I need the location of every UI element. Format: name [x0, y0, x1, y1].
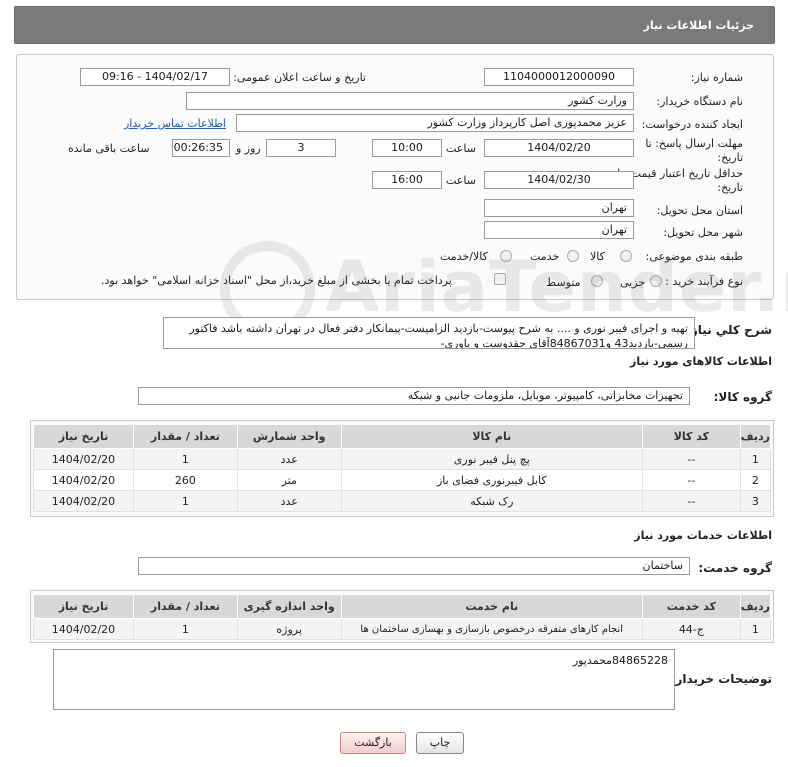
process-option-medium: متوسط [546, 276, 581, 289]
price-time-field[interactable]: 16:00 [372, 171, 442, 189]
goods-cell: پچ پنل فیبر نوری [340, 448, 643, 470]
category-option-goods-service: کالا/خدمت [440, 250, 488, 263]
services-group-field[interactable]: ساختمان [138, 557, 690, 575]
table-row[interactable]: 2 -- کابل فیبرنوری فضای باز متر 260 1404… [33, 469, 772, 491]
goods-cell: 1 [739, 448, 772, 470]
reply-time-field[interactable]: 10:00 [372, 139, 442, 157]
reply-deadline-label: مهلت ارسال پاسخ: تا تاریخ: [645, 137, 743, 164]
process-radio-medium[interactable] [591, 275, 603, 287]
category-option-goods: کالا [590, 250, 605, 263]
price-time-label: ساعت [446, 174, 476, 187]
province-label: استان محل تحویل: [656, 204, 743, 217]
description-label: شرح کلي نياز: [686, 323, 772, 337]
goods-cell: -- [641, 448, 741, 470]
description-textarea[interactable]: تهیه و اجرای فیبر نوری و .... به شرح پیو… [163, 317, 695, 349]
remaining-time-label: ساعت باقی مانده [68, 142, 150, 155]
goods-cell: -- [641, 469, 741, 491]
announce-field[interactable]: 1404/02/17 - 09:16 [80, 68, 230, 86]
process-label: نوع فرآیند خرید : [665, 275, 743, 288]
goods-col-unit: واحد شمارش [236, 424, 342, 449]
page-header: جزئیات اطلاعات نیاز [14, 6, 775, 44]
goods-col-row: ردیف [739, 424, 772, 449]
print-button[interactable]: چاپ [416, 732, 464, 754]
table-row[interactable]: 3 -- رک شبکه عدد 1 1404/02/20 [33, 490, 772, 512]
process-option-minor: جزیی [620, 276, 646, 289]
goods-cell: 3 [739, 490, 772, 512]
category-radio-service[interactable] [567, 250, 579, 262]
services-cell: ج-44 [641, 618, 741, 640]
goods-cell: رک شبکه [340, 490, 643, 512]
goods-cell: 1404/02/20 [33, 469, 134, 491]
days-field[interactable]: 3 [266, 139, 336, 157]
buyer-notes-label: توضیحات خریدار: [670, 672, 772, 686]
category-radio-goods[interactable] [620, 250, 632, 262]
services-col-unit: واحد اندازه گیری [236, 594, 342, 619]
goods-cell: -- [641, 490, 741, 512]
services-cell: 1 [739, 618, 772, 640]
goods-cell: عدد [236, 490, 342, 512]
city-field[interactable]: تهران [484, 221, 634, 239]
services-cell: انجام کارهای متفرقه درخصوص بازسازی و بهس… [340, 618, 643, 640]
goods-cell: عدد [236, 448, 342, 470]
goods-col-code: کد کالا [641, 424, 741, 449]
remaining-time-field[interactable]: 00:26:35 [172, 139, 230, 157]
days-label: روز و [236, 142, 261, 155]
goods-col-qty: تعداد / مقدار [132, 424, 238, 449]
category-radio-goods-service[interactable] [500, 250, 512, 262]
services-col-row: ردیف [739, 594, 772, 619]
goods-col-name: نام کالا [340, 424, 643, 449]
category-label: طبقه بندی موضوعی: [645, 250, 743, 263]
goods-cell: 1404/02/20 [33, 448, 134, 470]
goods-cell: 1404/02/20 [33, 490, 134, 512]
goods-cell: کابل فیبرنوری فضای باز [340, 469, 643, 491]
province-field[interactable]: تهران [484, 199, 634, 217]
page-title: جزئیات اطلاعات نیاز [643, 19, 755, 32]
services-table: ردیف کد خدمت نام خدمت واحد اندازه گیری ت… [33, 594, 772, 640]
reply-time-label: ساعت [446, 142, 476, 155]
goods-cell: 2 [739, 469, 772, 491]
treasury-checkbox[interactable] [494, 273, 506, 285]
goods-col-date: تاریخ نیاز [33, 424, 134, 449]
table-row[interactable]: 1 ج-44 انجام کارهای متفرقه درخصوص بازساز… [33, 618, 772, 640]
services-cell: 1 [132, 618, 238, 640]
need-number-field[interactable]: 1104000012000090 [484, 68, 634, 86]
category-option-service: خدمت [530, 250, 560, 263]
buyer-notes-textarea[interactable]: 84865228محمدپور [53, 649, 675, 710]
creator-label: ایجاد کننده درخواست: [641, 118, 743, 131]
services-col-date: تاریخ نیاز [33, 594, 134, 619]
goods-group-label: گروه کالا: [713, 390, 772, 404]
buyer-contact-link[interactable]: اطلاعات تماس خریدار [124, 117, 226, 130]
services-col-code: کد خدمت [641, 594, 741, 619]
services-section-title: اطلاعات خدمات مورد نیاز [634, 529, 772, 542]
goods-cell: 1 [132, 490, 238, 512]
goods-cell: 260 [132, 469, 238, 491]
price-date-field[interactable]: 1404/02/30 [484, 171, 634, 189]
services-col-qty: تعداد / مقدار [132, 594, 238, 619]
services-group-label: گروه خدمت: [698, 561, 772, 575]
goods-cell: متر [236, 469, 342, 491]
buyer-org-label: نام دستگاه خریدار: [656, 95, 743, 108]
process-radio-minor[interactable] [650, 275, 662, 287]
goods-group-field[interactable]: تجهیزات مخابراتی، کامپیوتر، موبایل، ملزو… [138, 387, 690, 405]
services-cell: پروژه [236, 618, 342, 640]
payment-note: پرداخت تمام یا بخشی از مبلغ خرید،از محل … [101, 274, 452, 287]
services-col-name: نام خدمت [340, 594, 643, 619]
table-row[interactable]: 1 -- پچ پنل فیبر نوری عدد 1 1404/02/20 [33, 448, 772, 470]
city-label: شهر محل تحویل: [663, 226, 743, 239]
goods-cell: 1 [132, 448, 238, 470]
services-cell: 1404/02/20 [33, 618, 134, 640]
goods-section-title: اطلاعات کالاهای مورد نیاز [630, 355, 772, 368]
announce-label: تاریخ و ساعت اعلان عمومی: [233, 71, 366, 84]
buyer-org-field[interactable]: وزارت کشور [186, 92, 634, 110]
creator-field[interactable]: عزیز محمدپوری اصل کارپرداز وزارت کشور [236, 114, 634, 132]
reply-date-field[interactable]: 1404/02/20 [484, 139, 634, 157]
goods-table: ردیف کد کالا نام کالا واحد شمارش تعداد /… [33, 424, 772, 512]
back-button[interactable]: بازگشت [340, 732, 406, 754]
need-number-label: شماره نیاز: [690, 71, 743, 84]
